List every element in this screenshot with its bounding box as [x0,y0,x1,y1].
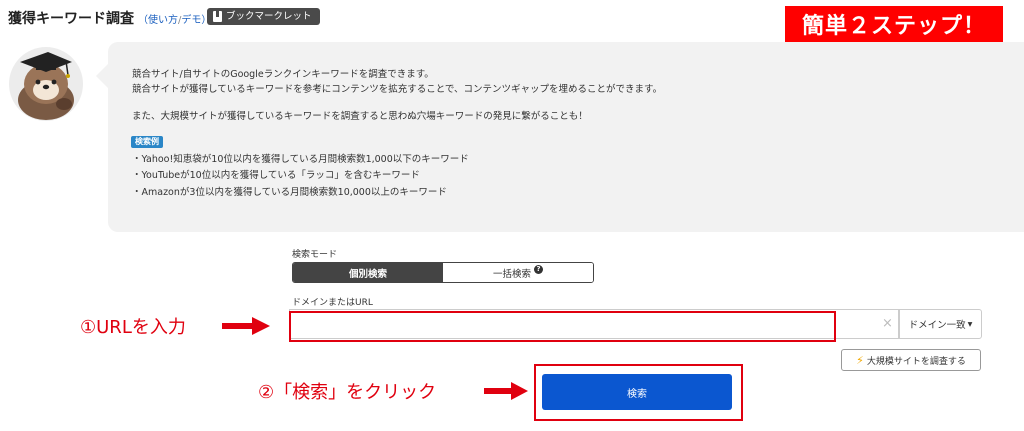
domain-url-label: ドメインまたはURL [292,298,373,308]
demo-link[interactable]: デモ [181,15,201,26]
bolt-icon: ⚡ [856,353,864,367]
speech-bubble-tail [96,64,108,88]
tab-label: 一括検索 [492,268,531,280]
step2-annotation: ②「検索」をクリック [258,382,437,403]
search-mode-toggle: 個別検索 一括検索 ? [292,262,594,283]
search-mode-label: 検索モード [292,250,338,260]
close-icon[interactable]: × [882,316,893,332]
two-steps-banner: 簡単２ステップ！ [785,6,1003,42]
example-badge: 検索例 [131,136,163,148]
usage-link[interactable]: 使い方 [148,15,178,26]
bookmarklet-label: ブックマークレット [226,11,312,22]
usage-links: （使い方/デモ） [138,11,211,26]
arrow-right-icon [484,382,528,400]
description-line: 競合サイト/自サイトのGoogleランクインキーワードを調査できます。 [132,69,434,80]
example-item: ・Amazonが3位以内を獲得している月間検索数10,000以上のキーワード [132,187,447,198]
tab-individual-search[interactable]: 個別検索 [293,263,443,282]
usage-open-paren: （ [138,15,148,26]
match-type-value: ドメイン一致 [908,320,966,331]
bookmark-icon [213,11,222,22]
domain-input-container: × [289,309,899,339]
description-line: また、大規模サイトが獲得しているキーワードを調査すると思わぬ穴場キーワードの発見… [132,111,588,122]
tab-bulk-search[interactable]: 一括検索 ? [443,263,593,282]
search-button-label: 検索 [627,388,647,400]
bookmarklet-button[interactable]: ブックマークレット [207,8,320,25]
page-title: 獲得キーワード調査 [8,11,134,27]
match-type-select[interactable]: ドメイン一致 ▾ [899,309,982,339]
search-button[interactable]: 検索 [542,374,732,410]
sea-otter-graduate-avatar [9,47,83,121]
description-line: 競合サイトが獲得しているキーワードを参考にコンテンツを拡充することで、コンテンツ… [132,84,663,95]
investigate-large-site-button[interactable]: ⚡ 大規模サイトを調査する [841,349,981,371]
example-item: ・YouTubeが10位以内を獲得している「ラッコ」を含むキーワード [132,170,420,181]
example-item: ・Yahoo!知恵袋が10位以内を獲得している月間検索数1,000以下のキーワー… [132,154,469,165]
chevron-down-icon: ▾ [967,318,973,330]
help-icon[interactable]: ? [534,265,543,274]
tab-label: 個別検索 [348,268,387,280]
large-site-label: 大規模サイトを調査する [866,356,966,367]
domain-url-input[interactable] [294,312,858,338]
arrow-right-icon [222,317,270,335]
step1-annotation: ①URLを入力 [80,317,186,338]
